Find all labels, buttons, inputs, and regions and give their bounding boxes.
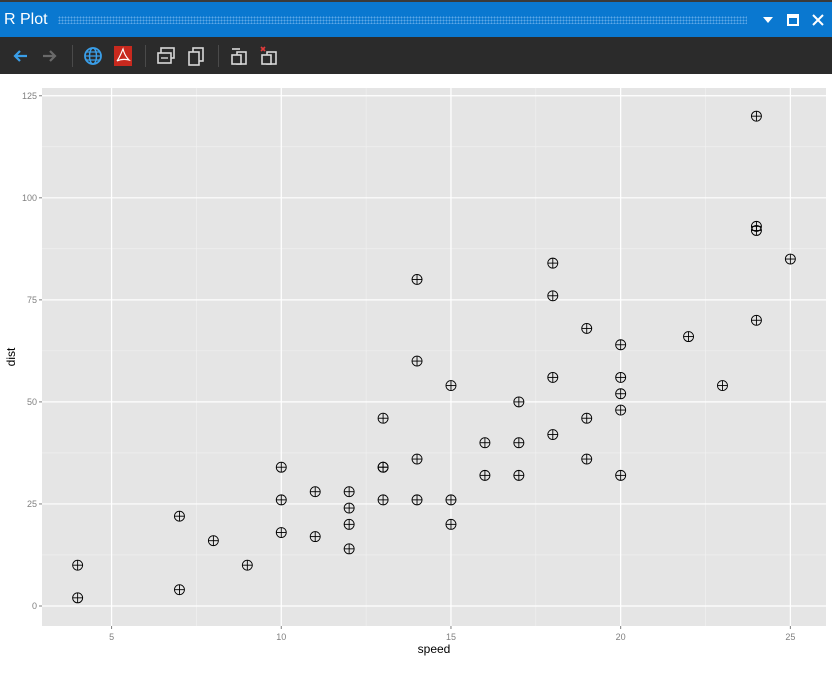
- data-point: [445, 494, 457, 506]
- data-point: [72, 592, 84, 604]
- toolbar-separator: [145, 44, 146, 67]
- x-tick-label: 20: [616, 632, 626, 642]
- data-point: [343, 518, 355, 530]
- y-tick-label: 25: [27, 499, 37, 509]
- toolbar-separator: [72, 44, 73, 67]
- data-point: [784, 253, 796, 265]
- data-point: [241, 559, 253, 571]
- globe-icon[interactable]: [81, 44, 105, 68]
- window-title-bar: R Plot: [0, 0, 832, 37]
- data-point: [683, 331, 694, 343]
- data-point: [615, 339, 627, 351]
- x-tick-label: 25: [785, 632, 795, 642]
- data-point: [581, 453, 593, 465]
- data-point: [547, 371, 559, 383]
- data-point: [750, 314, 762, 326]
- data-point: [445, 380, 457, 392]
- clear-plot-icon[interactable]: [227, 44, 251, 68]
- data-point: [174, 510, 185, 522]
- x-tick-label: 10: [276, 632, 286, 642]
- data-point: [581, 412, 593, 424]
- plot-area: 5 10 15 20 25 0 25 50 75 100 125 speed dist: [0, 74, 832, 674]
- data-point: [275, 461, 287, 473]
- data-point: [750, 220, 762, 232]
- y-tick-label: 125: [22, 91, 37, 101]
- data-point: [72, 559, 84, 571]
- data-point: [411, 273, 423, 285]
- copy-bitmap-icon[interactable]: [154, 44, 178, 68]
- data-point: [615, 371, 627, 383]
- data-point: [513, 437, 525, 449]
- copy-metafile-icon[interactable]: [184, 44, 208, 68]
- data-point: [479, 437, 491, 449]
- data-point: [275, 494, 287, 506]
- dropdown-icon[interactable]: [757, 9, 779, 31]
- plot-toolbar: [0, 37, 832, 74]
- window-title: R Plot: [4, 10, 48, 28]
- data-point: [343, 502, 355, 514]
- x-tick-label: 5: [109, 632, 114, 642]
- y-tick-label: 50: [27, 397, 37, 407]
- data-point: [547, 290, 559, 302]
- x-tick-label: 15: [446, 632, 456, 642]
- forward-arrow-icon[interactable]: [38, 44, 62, 68]
- data-point: [377, 461, 389, 473]
- maximize-icon[interactable]: [782, 9, 804, 31]
- data-point: [174, 584, 185, 596]
- data-point: [343, 486, 355, 498]
- y-tick-label: 0: [32, 601, 37, 611]
- data-point: [717, 380, 728, 392]
- remove-all-plots-icon[interactable]: [257, 44, 281, 68]
- data-point: [513, 396, 525, 408]
- data-point: [377, 412, 389, 424]
- data-point: [411, 355, 423, 367]
- data-point: [309, 531, 321, 543]
- y-tick-label: 100: [22, 193, 37, 203]
- data-point: [377, 494, 389, 506]
- data-point: [207, 535, 219, 547]
- data-point: [547, 429, 559, 441]
- toolbar-separator: [218, 44, 219, 67]
- y-tick-label: 75: [27, 295, 37, 305]
- data-point: [275, 527, 287, 538]
- data-point: [547, 257, 559, 269]
- back-arrow-icon[interactable]: [8, 44, 32, 68]
- data-point: [309, 486, 321, 498]
- data-point: [479, 469, 491, 481]
- close-icon[interactable]: [807, 9, 829, 31]
- data-point: [615, 388, 627, 400]
- data-point: [445, 518, 457, 530]
- data-point: [343, 543, 355, 555]
- data-point: [750, 110, 762, 122]
- data-point: [615, 404, 627, 416]
- plot-panel: [42, 88, 826, 626]
- data-point: [615, 469, 627, 481]
- pdf-icon[interactable]: [111, 44, 135, 68]
- y-axis-label: dist: [4, 347, 18, 366]
- data-point: [411, 453, 423, 465]
- x-axis-label: speed: [418, 642, 451, 656]
- title-bar-grip[interactable]: [57, 15, 747, 24]
- data-point: [513, 469, 525, 481]
- data-point: [581, 322, 593, 334]
- data-point: [411, 494, 423, 506]
- scatter-chart: 5 10 15 20 25 0 25 50 75 100 125 speed dist: [4, 88, 826, 656]
